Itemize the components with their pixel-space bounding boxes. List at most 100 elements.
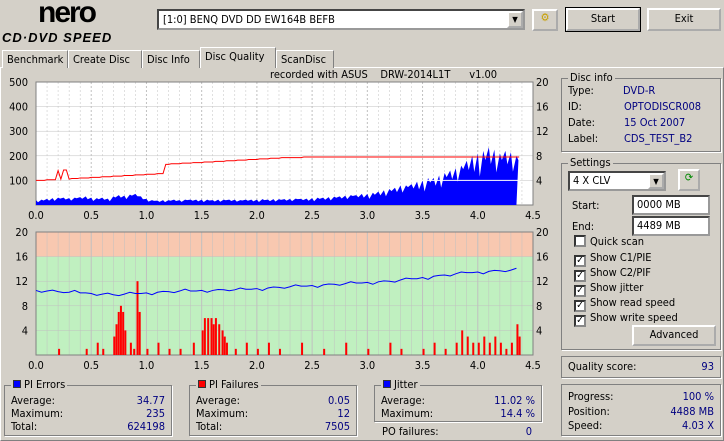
pif-bar [518, 336, 521, 355]
pif-bar [323, 348, 326, 355]
pi-failures-group: PI Failures Average: 0.05 Maximum: 12 Tota… [189, 378, 357, 436]
show-c2-pif-checkbox[interactable]: ✓ Show C2/PIF [574, 266, 651, 282]
pif-bar [124, 330, 127, 355]
pif-bar [85, 348, 88, 355]
tab-benchmark[interactable]: Benchmark [2, 50, 68, 68]
x-tick: 4.0 [470, 209, 486, 222]
pif-bar [96, 342, 99, 355]
x-tick: 0.0 [28, 359, 44, 370]
x-tick: 0.0 [28, 209, 44, 222]
checkbox-label: Show C2/PIF [590, 266, 651, 279]
y-tick-left: 200 [9, 150, 28, 163]
pif-bar [210, 318, 213, 355]
gears-icon: ⚙ [540, 11, 550, 24]
show-read-speed-checkbox[interactable]: ✓ Show read speed [574, 296, 675, 312]
pif-bar [115, 324, 118, 355]
x-tick: 3.5 [415, 209, 431, 222]
pif-bar [179, 348, 182, 355]
y-tick-right: 4 [536, 174, 542, 187]
checkbox-label: Show write speed [590, 311, 678, 324]
chevron-down-icon[interactable]: ▼ [507, 11, 523, 28]
legend-swatch [198, 380, 206, 388]
y-tick-right: 20 [536, 226, 549, 239]
y-tick-left: 12 [15, 275, 28, 288]
checkbox-box[interactable] [574, 235, 586, 247]
tab-scandisc[interactable]: ScanDisc [276, 50, 334, 68]
pif-bar [477, 342, 480, 355]
pif-bar [494, 336, 497, 355]
start-label: Start: [572, 199, 600, 212]
progress-label: Progress: [568, 390, 614, 403]
pif-bar [444, 348, 447, 355]
advanced-button[interactable]: Advanced [632, 325, 716, 346]
disc-info-title: Disc info [568, 71, 615, 84]
checkbox-label: Quick scan [590, 235, 645, 248]
quality-score-group: Quality score: 93 [561, 356, 721, 378]
pif-bar [146, 348, 149, 355]
start-button[interactable]: Start [565, 7, 641, 32]
pif-bar [256, 348, 259, 355]
y-tick-left: 16 [15, 251, 28, 264]
end-input[interactable]: 4489 MB [632, 216, 710, 236]
max-label: Maximum: [381, 407, 434, 420]
refresh-button[interactable]: ⟳ [678, 169, 700, 191]
y-tick-right: 16 [536, 101, 549, 114]
pif-bar [223, 336, 226, 355]
pif-bar [389, 342, 392, 355]
pif-bar [367, 348, 370, 355]
x-tick: 4.0 [470, 359, 486, 370]
pif-bar [433, 342, 436, 355]
avg-label: Average: [11, 394, 55, 407]
pif-bar [129, 342, 132, 355]
drive-info-button[interactable]: ⚙ [532, 9, 558, 31]
x-tick: 1.0 [139, 209, 155, 222]
y-tick-left: 400 [9, 101, 28, 114]
show-c1-pie-checkbox[interactable]: ✓ Show C1/PIE [574, 251, 652, 267]
x-tick: 4.5 [525, 209, 541, 222]
jitter-maximum: 14.4 % [500, 407, 535, 420]
drive-select[interactable]: [1:0] BENQ DVD DD EW164B BEFB ▼ [157, 9, 525, 30]
settings-title: Settings [568, 156, 613, 169]
y-tick-left: 500 [9, 76, 28, 89]
exit-button[interactable]: Exit [647, 8, 721, 31]
total-label: Total: [11, 420, 38, 433]
pi-failures-maximum: 12 [337, 407, 350, 420]
y-tick-right: 8 [536, 300, 542, 313]
show-write-speed-checkbox[interactable]: ✓ Show write speed [574, 311, 678, 327]
tab-create-disc[interactable]: Create Disc [68, 50, 142, 68]
y-tick-left: 4 [22, 324, 28, 337]
chevron-down-icon[interactable]: ▼ [648, 173, 664, 189]
cd-dvd-speed-logo: CD·DVD SPEED [2, 30, 113, 45]
pif-bar [461, 330, 464, 355]
x-tick: 2.5 [304, 359, 320, 370]
show-jitter-checkbox[interactable]: ✓ Show jitter [574, 281, 643, 297]
pi-failures-total: 7505 [324, 420, 350, 433]
pif-bar [225, 342, 228, 355]
date-value: 15 Oct 2007 [624, 116, 686, 129]
pif-bar [218, 324, 221, 355]
tab-disc-info[interactable]: Disc Info [142, 50, 200, 68]
pif-bar [245, 342, 248, 355]
pif-bar [133, 348, 136, 355]
jitter-title: Jitter [381, 378, 420, 391]
quick-scan-checkbox[interactable]: Quick scan [574, 235, 644, 249]
pi-failures-average: 0.05 [327, 394, 350, 407]
x-tick: 1.5 [194, 359, 210, 370]
speed-select[interactable]: 4 X CLV ▼ [568, 171, 666, 191]
checkbox-checked[interactable]: ✓ [574, 315, 586, 327]
progress-value: 100 % [682, 390, 714, 403]
x-tick: 3.5 [415, 359, 431, 370]
quality-score-value: 93 [701, 360, 714, 373]
start-input[interactable]: 0000 MB [632, 195, 710, 215]
pif-bar [157, 342, 160, 355]
nero-logo: nero [38, 0, 97, 29]
pif-bar [212, 324, 215, 355]
po-failures-row: PO failures: 0 [382, 425, 532, 439]
pif-bar [422, 348, 425, 355]
pif-bar [221, 330, 224, 355]
pi-errors-average: 34.77 [136, 394, 165, 407]
pif-bar [488, 342, 491, 355]
y-tick-left: 300 [9, 125, 28, 138]
speed-value: 4.03 X [682, 419, 714, 432]
tab-disc-quality[interactable]: Disc Quality [200, 47, 276, 68]
